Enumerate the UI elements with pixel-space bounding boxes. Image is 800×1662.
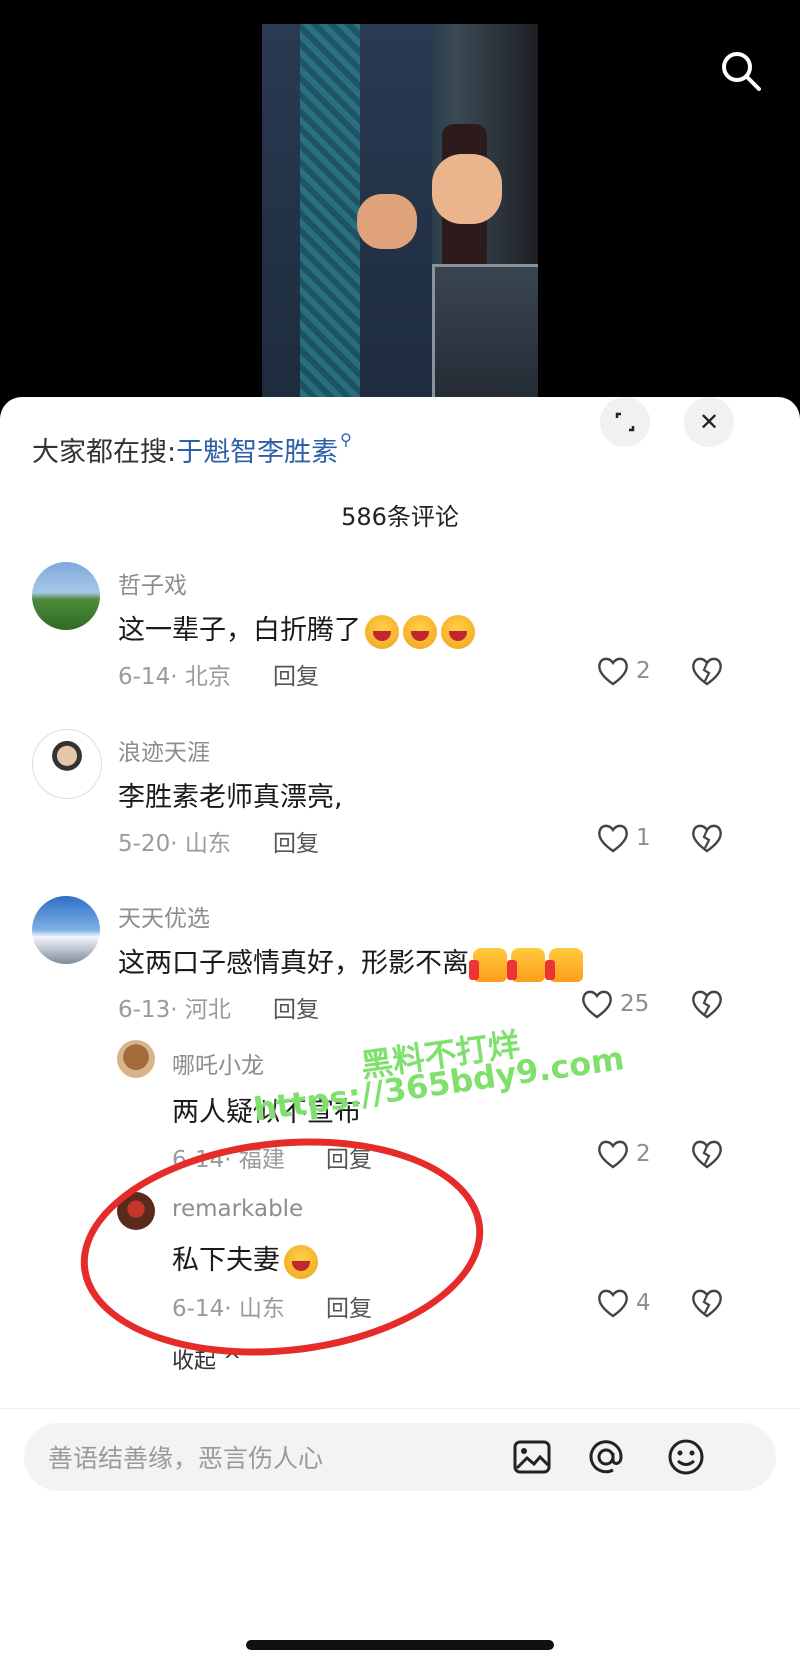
comment-text-content: 这一辈子，白折腾了 xyxy=(118,615,361,646)
laughing-emoji-icon xyxy=(441,614,475,649)
like-count: 25 xyxy=(620,991,650,1017)
like-button[interactable]: 2 xyxy=(596,655,651,687)
comment-count: 586条评论 xyxy=(341,503,459,531)
thumbs-up-emoji-icon xyxy=(469,947,507,982)
like-count: 2 xyxy=(636,1141,651,1167)
comment-text: 这一辈子，白折腾了 xyxy=(118,608,475,649)
comment-text-content: 这两口子感情真好，形影不离 xyxy=(118,948,469,979)
like-button[interactable]: 4 xyxy=(596,1287,651,1319)
comment-text: 李胜素老师真漂亮, xyxy=(118,782,343,813)
image-picker-icon[interactable] xyxy=(510,1435,554,1479)
reply-button[interactable]: 回复 xyxy=(273,824,319,858)
heart-icon xyxy=(598,1289,628,1318)
hot-search-prefix: 大家都在搜: xyxy=(32,437,177,468)
hot-search-keyword[interactable]: 于魁智李胜素 xyxy=(176,437,338,468)
dislike-icon[interactable] xyxy=(690,822,724,854)
dislike-icon[interactable] xyxy=(690,988,724,1020)
video-player[interactable] xyxy=(262,24,538,404)
like-button[interactable]: 1 xyxy=(596,822,651,854)
avatar[interactable] xyxy=(32,896,100,964)
heart-icon xyxy=(598,657,628,686)
like-count: 1 xyxy=(636,825,651,851)
video-frame-shirt xyxy=(300,24,360,404)
mention-icon[interactable] xyxy=(584,1435,628,1479)
emoji-icon[interactable] xyxy=(664,1435,708,1479)
video-frame-hand xyxy=(357,194,417,249)
avatar[interactable] xyxy=(117,1040,155,1078)
comment-username[interactable]: 浪迹天涯 xyxy=(118,733,210,767)
comment-date-location: 6-13· 河北 xyxy=(118,997,231,1023)
search-icon[interactable] xyxy=(716,46,766,96)
expand-button[interactable] xyxy=(600,397,650,447)
laughing-emoji-icon xyxy=(365,614,399,649)
divider xyxy=(0,1408,800,1409)
comment-input[interactable] xyxy=(46,1435,480,1481)
like-button[interactable]: 25 xyxy=(580,988,649,1020)
comment-text: 这两口子感情真好，形影不离 xyxy=(118,941,583,982)
dislike-icon[interactable] xyxy=(690,1287,724,1319)
reply-button[interactable]: 回复 xyxy=(273,990,319,1024)
video-frame-hand xyxy=(432,154,502,224)
like-count: 4 xyxy=(636,1290,651,1316)
heart-icon xyxy=(598,824,628,853)
close-button[interactable]: ✕ xyxy=(684,397,734,447)
heart-icon xyxy=(598,1140,628,1169)
avatar[interactable] xyxy=(32,729,102,799)
reply-username[interactable]: 哪吒小龙 xyxy=(172,1046,264,1080)
comment-input-bar xyxy=(24,1423,776,1491)
video-frame-case xyxy=(432,264,538,404)
comment-date-location: 6-14· 北京 xyxy=(118,664,231,690)
thumbs-up-emoji-icon xyxy=(507,947,545,982)
home-indicator xyxy=(246,1640,554,1650)
like-count: 2 xyxy=(636,658,651,684)
dislike-icon[interactable] xyxy=(690,1138,724,1170)
avatar[interactable] xyxy=(32,562,100,630)
reply-button[interactable]: 回复 xyxy=(273,657,319,691)
close-icon: ✕ xyxy=(698,408,720,436)
comment-username[interactable]: 哲子戏 xyxy=(118,566,187,600)
expand-icon xyxy=(615,412,635,432)
laughing-emoji-icon xyxy=(403,614,437,649)
like-button[interactable]: 2 xyxy=(596,1138,651,1170)
hot-search-suggestion[interactable]: 大家都在搜:于魁智李胜素 ⚲ xyxy=(32,430,352,469)
dislike-icon[interactable] xyxy=(690,655,724,687)
search-small-icon: ⚲ xyxy=(340,430,352,449)
heart-icon xyxy=(582,990,612,1019)
comment-username[interactable]: 天天优选 xyxy=(118,899,210,933)
comment-date-location: 5-20· 山东 xyxy=(118,831,231,857)
thumbs-up-emoji-icon xyxy=(545,947,583,982)
